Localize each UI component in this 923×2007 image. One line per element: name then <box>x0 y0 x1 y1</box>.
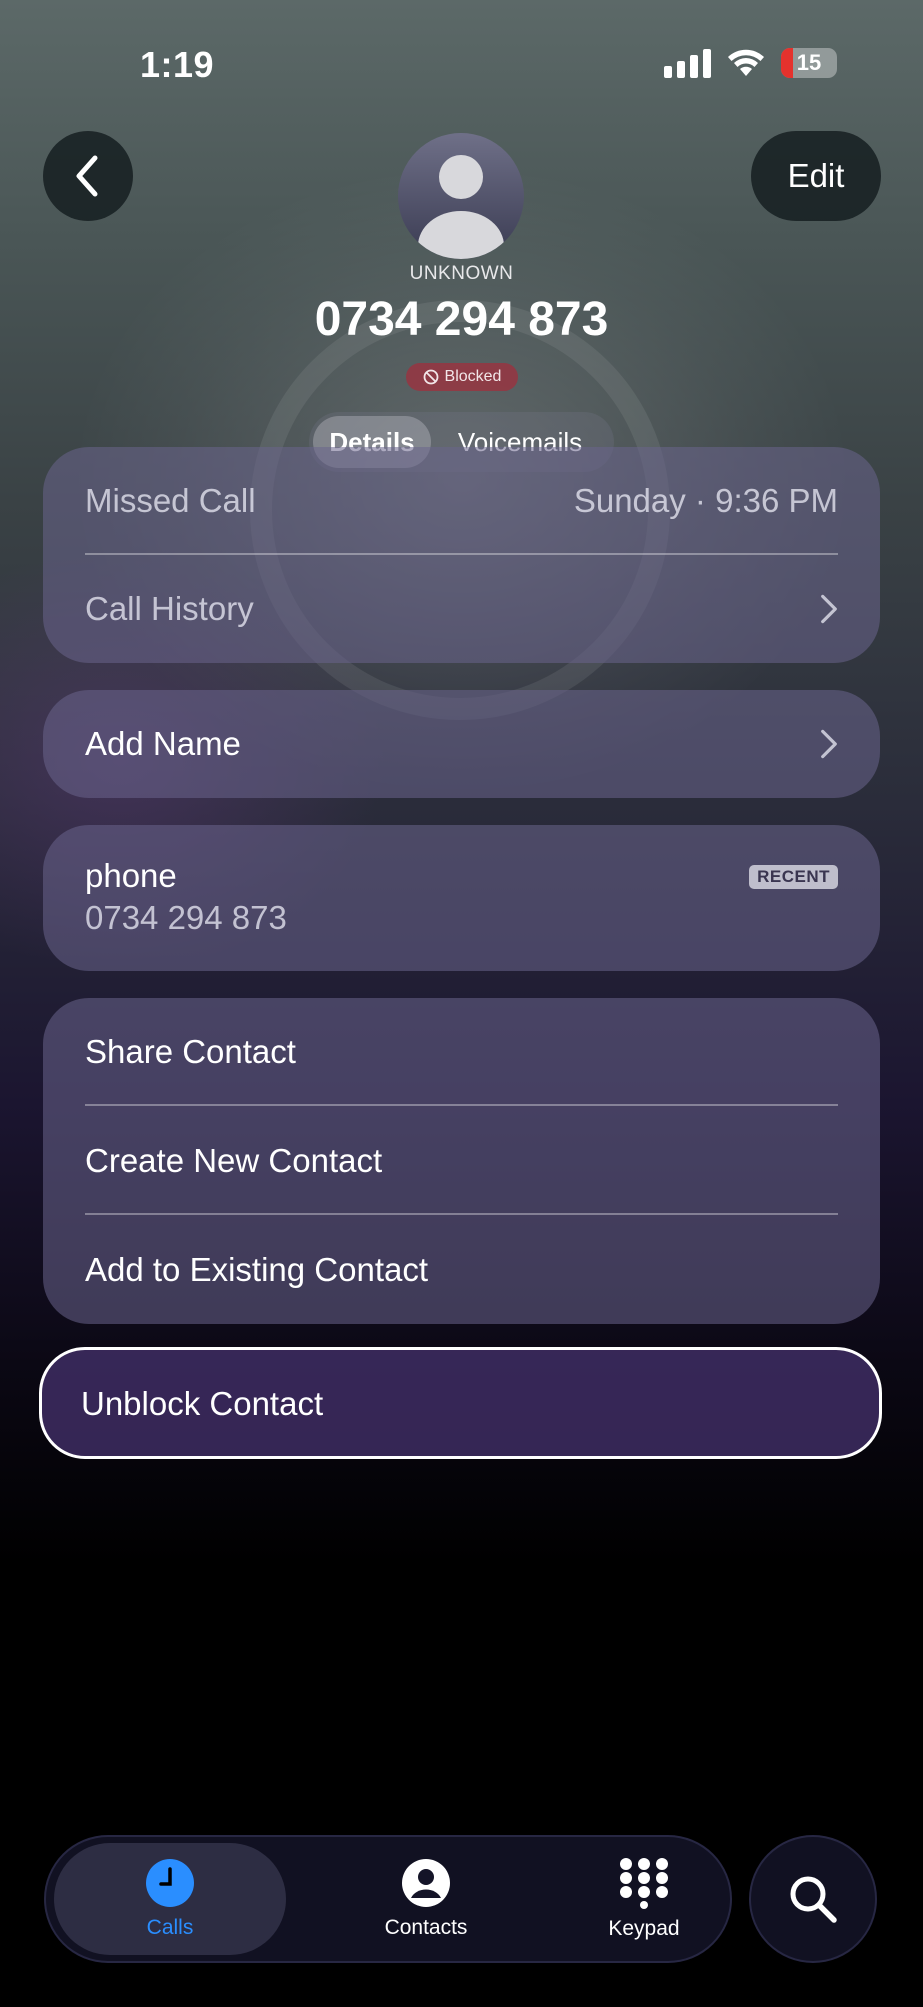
phone-label: phone <box>85 857 177 894</box>
create-contact-row[interactable]: Create New Contact <box>85 1131 838 1191</box>
share-contact-row[interactable]: Share Contact <box>85 1022 838 1082</box>
tab-keypad-label: Keypad <box>608 1917 680 1940</box>
divider <box>85 1213 838 1215</box>
missed-call-row: Missed Call Sunday · 9:36 PM <box>85 471 838 531</box>
caller-number: 0734 294 873 <box>314 293 609 346</box>
tab-calls-label: Calls <box>146 1916 194 1939</box>
add-existing-row[interactable]: Add to Existing Contact <box>85 1240 838 1300</box>
actions-card: Share Contact Create New Contact Add to … <box>43 998 880 1324</box>
caller-label: UNKNOWN <box>409 263 514 284</box>
add-name-row[interactable]: Add Name <box>85 714 838 774</box>
battery-icon: 15 <box>781 48 837 78</box>
status-indicators: 15 <box>664 48 837 78</box>
edit-button[interactable]: Edit <box>751 131 881 221</box>
chevron-right-icon <box>821 729 837 759</box>
cellular-signal-icon <box>664 48 711 78</box>
back-button[interactable] <box>43 131 133 221</box>
tab-keypad[interactable]: Keypad <box>564 1837 724 1961</box>
divider <box>85 1104 838 1106</box>
call-history-label: Call History <box>85 590 254 627</box>
add-name-card[interactable]: Add Name <box>43 690 880 798</box>
phone-number: 0734 294 873 <box>85 899 287 936</box>
create-contact-label: Create New Contact <box>85 1142 383 1179</box>
unblock-row: Unblock Contact <box>81 1374 837 1434</box>
clock-icon <box>146 1859 194 1907</box>
status-time: 1:19 <box>140 44 215 85</box>
search-icon <box>790 1876 837 1923</box>
tab-calls[interactable]: Calls <box>54 1843 286 1955</box>
divider <box>85 553 838 555</box>
missed-call-time: Sunday · 9:36 PM <box>573 482 838 519</box>
phone-card[interactable]: phone 0734 294 873 RECENT <box>43 825 880 971</box>
keypad-icon <box>620 1858 668 1909</box>
tab-contacts-label: Contacts <box>384 1916 468 1939</box>
add-existing-label: Add to Existing Contact <box>85 1251 429 1288</box>
wifi-icon <box>728 49 764 76</box>
chevron-right-icon <box>821 594 837 624</box>
recent-badge: RECENT <box>749 865 838 889</box>
battery-level: 15 <box>796 50 822 75</box>
blocked-badge: Blocked <box>406 363 518 391</box>
search-button[interactable] <box>749 1835 877 1963</box>
missed-call-label: Missed Call <box>85 482 256 519</box>
call-history-row[interactable]: Call History <box>85 579 838 639</box>
tab-bar: Calls Contacts Keypad <box>44 1835 732 1963</box>
share-contact-label: Share Contact <box>85 1033 296 1070</box>
call-info-card: Missed Call Sunday · 9:36 PM Call Histor… <box>43 447 880 663</box>
tab-contacts[interactable]: Contacts <box>346 1837 506 1961</box>
unblock-label: Unblock Contact <box>81 1385 324 1422</box>
blocked-icon <box>423 369 438 385</box>
avatar <box>398 133 524 259</box>
unblock-contact-button[interactable]: Unblock Contact <box>39 1347 882 1459</box>
add-name-label: Add Name <box>85 725 241 762</box>
person-circle-icon <box>402 1859 450 1907</box>
chevron-left-icon <box>76 155 98 197</box>
blocked-label: Blocked <box>444 368 502 385</box>
